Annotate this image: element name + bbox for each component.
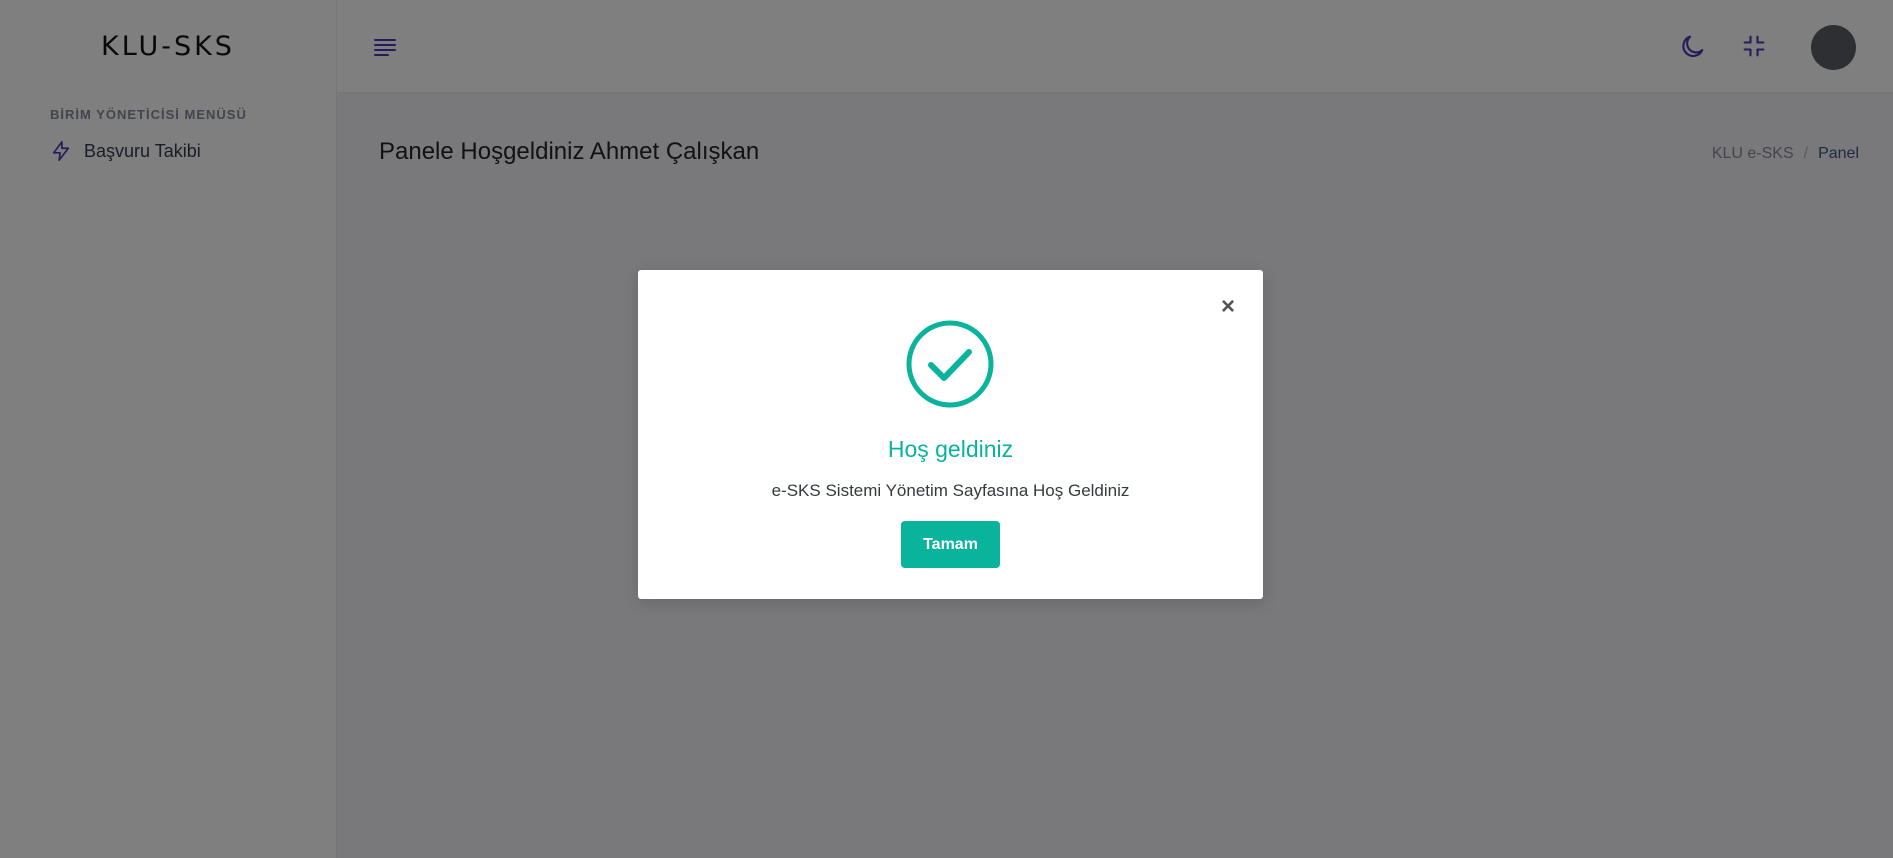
dialog-title: Hoş geldiniz [887, 436, 1014, 462]
check-circle-icon [906, 320, 994, 408]
close-button[interactable]: × [1219, 295, 1237, 319]
welcome-dialog: × Hoş geldiniz e-SKS Sistemi Yönetim Say… [638, 270, 1263, 599]
dialog-message: e-SKS Sistemi Yönetim Sayfasına Hoş Geld… [771, 481, 1130, 500]
confirm-button[interactable]: Tamam [901, 521, 1000, 568]
app: KLU-SKS BİRİM YÖNETİCİSİ MENÜSÜ Başvuru … [0, 0, 1893, 858]
